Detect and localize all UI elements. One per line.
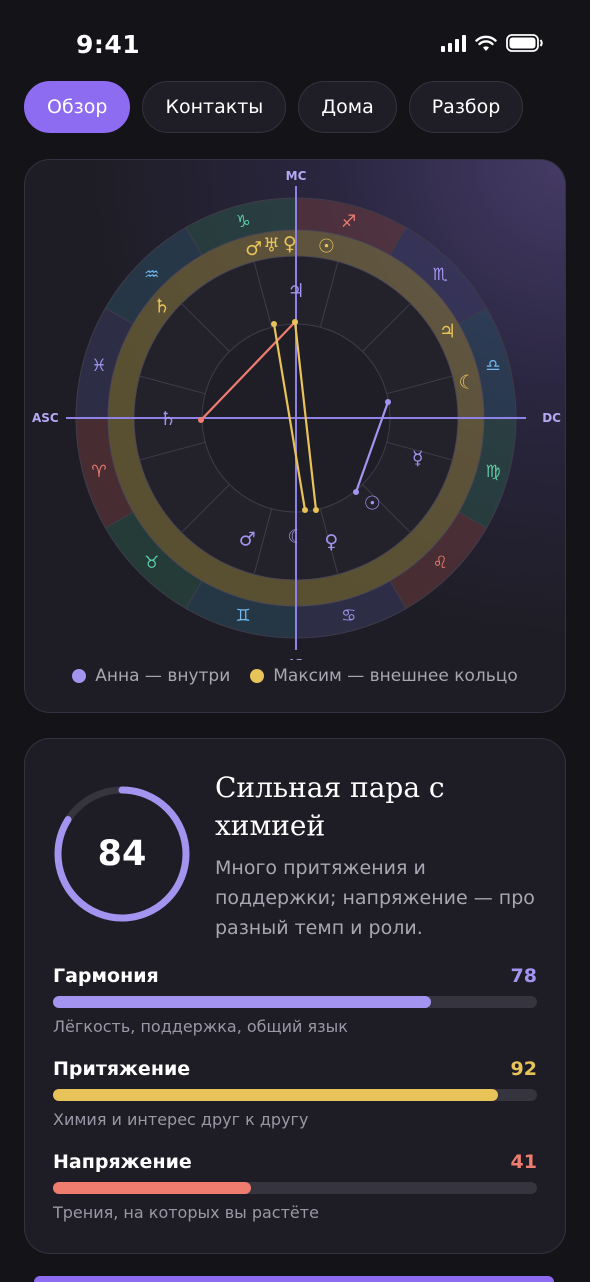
legend-item-anna: Анна — внутри — [72, 666, 230, 686]
metric-tension: Напряжение 41 Трения, на которых вы раст… — [53, 1151, 537, 1222]
metric-value: 78 — [510, 965, 537, 987]
tab-overview[interactable]: Обзор — [24, 81, 131, 133]
inner-planet-icon: ☿ — [412, 448, 424, 470]
metric-caption: Химия и интерес друг к другу — [53, 1110, 309, 1129]
outer-planet-icon: ♂ — [245, 238, 262, 260]
metric-attraction: Притяжение 92 Химия и интерес друг к дру… — [53, 1058, 537, 1129]
leo-icon: ♌ — [433, 553, 448, 573]
inner-planet-icon: ☾ — [287, 526, 304, 548]
tab-analysis[interactable]: Разбор — [408, 81, 524, 133]
metric-track — [53, 1089, 537, 1101]
taurus-icon: ♉ — [144, 553, 159, 573]
inner-planet-icon: ♄ — [159, 408, 176, 430]
synastry-chart-card: ♈ ♉ ♊ ♋ ♌ ♍ ♎ ♏ ♐ ♑ ♒ ♓ MC IC ASC DC ♂ ♀ ☉ ♅ ♄ ♃ ☾ ♃ ♄ ☿ ☉ ♂ ☾ ♀ Анна… — [24, 159, 566, 713]
metric-label: Гармония — [53, 965, 159, 987]
metric-fill — [53, 996, 431, 1008]
asc-label: ASC — [32, 411, 59, 425]
aspect-point — [271, 321, 277, 327]
outer-planet-icon: ♃ — [439, 321, 456, 343]
compatibility-description: Много притяжения и поддержки; напряжение… — [215, 857, 535, 939]
chart-legend: Анна — внутри Максим — внешнее кольцо — [25, 666, 565, 686]
score-value: 84 — [97, 834, 147, 874]
next-card-edge — [34, 1276, 554, 1282]
inner-planet-icon: ♀ — [324, 531, 338, 553]
outer-planet-icon: ♅ — [263, 235, 280, 257]
aquarius-icon: ♒ — [144, 265, 159, 285]
outer-planet-icon: ♄ — [153, 296, 170, 318]
metric-value: 92 — [510, 1058, 537, 1080]
legend-item-maxim: Максим — внешнее кольцо — [250, 666, 518, 686]
aspect-point — [313, 507, 319, 513]
metric-label: Притяжение — [53, 1058, 191, 1080]
metric-track — [53, 996, 537, 1008]
aspect-point — [292, 319, 298, 325]
signal-icon — [441, 34, 466, 52]
metric-caption: Лёгкость, поддержка, общий язык — [53, 1017, 348, 1036]
compatibility-title: Сильная пара с химией — [215, 771, 445, 842]
libra-icon: ♎ — [485, 356, 500, 376]
outer-planet-icon: ♀ — [283, 233, 297, 255]
compatibility-card: 84 Сильная пара с химией Много притяжени… — [24, 738, 566, 1254]
status-icons — [441, 34, 544, 52]
aries-icon: ♈ — [91, 462, 106, 482]
aspect-point — [385, 399, 391, 405]
cancer-icon: ♋ — [341, 606, 356, 626]
aspect-point — [353, 489, 359, 495]
mc-label: MC — [286, 169, 307, 183]
ic-label: IC — [289, 657, 302, 660]
status-bar: 9:41 — [0, 0, 590, 90]
metric-caption: Трения, на которых вы растёте — [53, 1203, 319, 1222]
legend-dot-anna — [72, 669, 87, 683]
virgo-icon: ♍ — [485, 462, 500, 482]
status-time: 9:41 — [76, 30, 141, 59]
inner-planet-icon: ♂ — [239, 529, 256, 551]
metric-track — [53, 1182, 537, 1194]
legend-label-maxim: Максим — внешнее кольцо — [273, 666, 518, 686]
pisces-icon: ♓ — [91, 356, 106, 376]
scorpio-icon: ♏ — [433, 265, 448, 285]
tab-houses[interactable]: Дома — [298, 81, 397, 133]
metric-harmony: Гармония 78 Лёгкость, поддержка, общий я… — [53, 965, 537, 1036]
inner-planet-icon: ♃ — [287, 280, 304, 302]
metric-value: 41 — [510, 1151, 537, 1173]
gemini-icon: ♊ — [236, 606, 251, 626]
dc-label: DC — [542, 411, 561, 425]
legend-dot-maxim — [250, 669, 265, 683]
wifi-icon — [475, 35, 497, 51]
metric-fill — [53, 1182, 252, 1194]
inner-planet-icon: ☉ — [364, 493, 381, 515]
tab-contacts[interactable]: Контакты — [142, 81, 287, 133]
metric-label: Напряжение — [53, 1151, 192, 1173]
outer-planet-icon: ☾ — [459, 372, 476, 394]
battery-icon — [506, 34, 543, 52]
aspect-point — [302, 507, 308, 513]
outer-planet-icon: ☉ — [318, 236, 335, 258]
metric-fill — [53, 1089, 499, 1101]
sagittarius-icon: ♐ — [341, 212, 356, 232]
legend-label-anna: Анна — внутри — [95, 666, 231, 686]
synastry-wheel: ♈ ♉ ♊ ♋ ♌ ♍ ♎ ♏ ♐ ♑ ♒ ♓ MC IC ASC DC ♂ ♀ ☉ ♅ ♄ ♃ ☾ ♃ ♄ ☿ ☉ ♂ ☾ ♀ — [32, 169, 561, 671]
capricorn-icon: ♑ — [236, 212, 251, 232]
aspect-point — [198, 417, 204, 423]
tab-bar: Обзор Контакты Дома Разбор — [24, 81, 524, 133]
